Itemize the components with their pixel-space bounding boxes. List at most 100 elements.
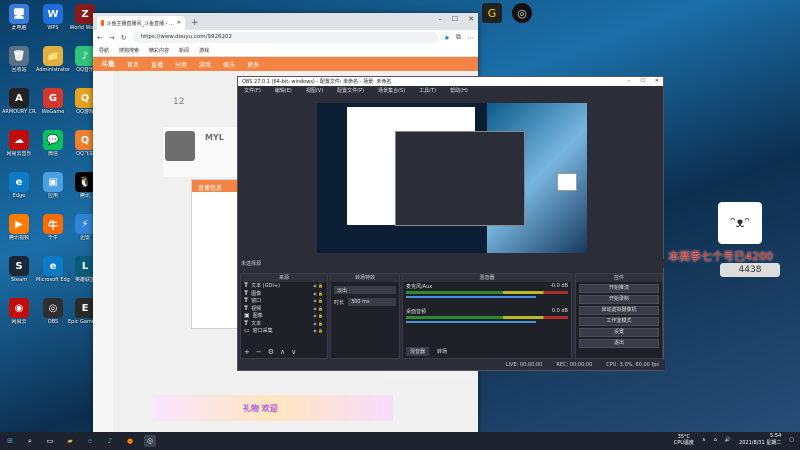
nav-item[interactable]: 娱乐 (223, 60, 235, 69)
desktop-icon[interactable]: 🗑 回收站 (2, 44, 36, 84)
obs-desktop-icon[interactable]: ◎ (512, 3, 532, 23)
new-tab-icon[interactable]: + (191, 18, 199, 28)
tab-close-icon[interactable]: ✕ (177, 20, 181, 26)
source-item[interactable]: T 视频 ◉ 🔒 (241, 305, 327, 313)
menu-item[interactable]: 编辑(E) (275, 87, 292, 94)
clock[interactable]: 5:54 2021/8/31 星期二 (739, 433, 781, 447)
menu-item[interactable]: 文件(F) (244, 87, 261, 94)
desktop-icon[interactable]: 📁 Administrator (36, 44, 70, 84)
site-logo[interactable]: 斗鱼 (101, 59, 115, 69)
source-item[interactable]: T 图像 ◉ 🔒 (241, 290, 327, 298)
duration-input[interactable]: 300 ms (348, 298, 396, 306)
add-icon[interactable]: + (244, 348, 250, 356)
volume-slider[interactable] (406, 321, 536, 323)
eye-icon[interactable]: ◉ 🔒 (313, 321, 323, 326)
maximize-icon[interactable]: ☐ (640, 78, 644, 85)
source-label: 窗口 (251, 298, 262, 305)
exit-button[interactable]: 退出 (579, 339, 659, 348)
eye-icon[interactable]: ◉ 🔒 (313, 283, 323, 288)
bookmark-item[interactable]: 新闻 (179, 47, 189, 54)
nav-item[interactable]: 游戏 (199, 60, 211, 69)
desktop-icon[interactable]: ▶ 腾讯视频 (2, 212, 36, 252)
menu-item[interactable]: 场景集合(S) (378, 87, 405, 94)
desktop-icon[interactable]: S Steam (2, 254, 36, 294)
desktop-icon[interactable]: ◎ OBS (36, 296, 70, 336)
reload-icon[interactable]: ↻ (121, 34, 127, 42)
desktop-icon[interactable]: AARMOURY CRATE (2, 86, 36, 126)
desktop-icon[interactable]: ▣ 应用 (36, 170, 70, 210)
nav-item[interactable]: 直播 (151, 60, 163, 69)
back-icon[interactable]: ← (97, 34, 103, 42)
nav-item[interactable]: 分类 (175, 60, 187, 69)
desktop-icon[interactable]: 💬 微信 (36, 128, 70, 168)
music-icon[interactable]: ♪ (104, 435, 116, 447)
bookmark-item[interactable]: 游戏 (199, 47, 209, 54)
bookmark-item[interactable]: 精彩内容 (149, 47, 169, 54)
collections-icon[interactable]: ⧉ (456, 33, 461, 42)
nav-item[interactable]: 首页 (127, 60, 139, 69)
close-icon[interactable]: ✕ (655, 78, 659, 85)
desktop-icon[interactable]: G WeGame (36, 86, 70, 126)
game-app-icon[interactable]: G (482, 3, 502, 23)
source-label: 视频 (251, 305, 262, 312)
url-input[interactable]: https://www.douyu.com/9926202 (132, 32, 438, 43)
start-recording-button[interactable]: 开始录制 (579, 295, 659, 304)
desktop-icon[interactable]: W WPS (36, 2, 70, 42)
bookmark-item[interactable]: 导航 (99, 47, 109, 54)
source-item[interactable]: ▣ 图像 ◉ 🔒 (241, 312, 327, 320)
minimize-icon[interactable]: – (438, 15, 442, 23)
chevron-up-icon[interactable]: ∧ (702, 437, 706, 443)
source-item[interactable]: ▭ 窗口采集 ◉ 🔒 (241, 327, 327, 335)
start-icon[interactable]: ⊞ (4, 435, 16, 447)
minimize-icon[interactable]: – (628, 78, 631, 85)
transition-select[interactable]: 淡出 (334, 286, 396, 294)
gear-icon[interactable]: ⚙ (268, 348, 274, 356)
search-icon[interactable]: ⌕ (24, 435, 36, 447)
down-icon[interactable]: ∨ (291, 348, 296, 356)
close-icon[interactable]: ✕ (468, 15, 474, 23)
browser-tab[interactable]: 斗鱼主播直播间_斗鱼直播 - ... ✕ (97, 16, 185, 30)
settings-button[interactable]: 设置 (579, 328, 659, 337)
star-icon[interactable]: ★ (444, 34, 450, 42)
desktop-icon[interactable]: e Edge (2, 170, 36, 210)
remove-icon[interactable]: − (256, 348, 262, 356)
bookmark-item[interactable]: 搜狗搜索 (119, 47, 139, 54)
nav-item[interactable]: 更多 (247, 60, 259, 69)
douyu-icon[interactable]: ● (124, 435, 136, 447)
desktop-icon[interactable]: 🖥 此电脑 (2, 2, 36, 42)
network-icon[interactable]: ⌂ (714, 437, 717, 443)
forward-icon[interactable]: → (109, 34, 115, 42)
volume-icon[interactable]: 🔊 (725, 437, 731, 443)
eye-icon[interactable]: ◉ 🔒 (313, 306, 323, 311)
studio-mode-button[interactable]: 工作室模式 (579, 317, 659, 326)
eye-icon[interactable]: ◉ 🔒 (313, 328, 323, 333)
obs-taskbar-icon[interactable]: ◎ (144, 435, 156, 447)
desktop-icon[interactable]: e Microsoft Edge (36, 254, 70, 294)
up-icon[interactable]: ∧ (280, 348, 285, 356)
menu-item[interactable]: 视图(V) (306, 87, 323, 94)
menu-item[interactable]: 配置文件(P) (337, 87, 364, 94)
menu-icon[interactable]: ⋯ (467, 34, 474, 42)
menu-item[interactable]: 工具(T) (419, 87, 436, 94)
start-streaming-button[interactable]: 开始推流 (579, 284, 659, 293)
maximize-icon[interactable]: ☐ (452, 15, 458, 23)
eye-icon[interactable]: ◉ 🔒 (313, 313, 323, 318)
notification-icon[interactable]: ▢ (789, 437, 794, 443)
source-item[interactable]: T 文本 (GDI+) ◉ 🔒 (241, 282, 327, 290)
virtual-camera-button[interactable]: 启动虚拟摄像机 (579, 306, 659, 315)
tab-transition[interactable]: 转场 (433, 347, 451, 356)
eye-icon[interactable]: ◉ 🔒 (313, 298, 323, 303)
desktop-icon[interactable]: 牛千牛 (36, 212, 70, 252)
edge-icon[interactable]: e (84, 435, 96, 447)
desktop-icon[interactable]: ☁ 网易云音乐 (2, 128, 36, 168)
obs-preview[interactable] (317, 103, 587, 253)
explorer-icon[interactable]: ▰ (64, 435, 76, 447)
source-item[interactable]: T 窗口 ◉ 🔒 (241, 297, 327, 305)
eye-icon[interactable]: ◉ 🔒 (313, 291, 323, 296)
source-item[interactable]: T 文本 ◉ 🔒 (241, 320, 327, 328)
menu-item[interactable]: 帮助(H) (450, 87, 468, 94)
task-view-icon[interactable]: ▭ (44, 435, 56, 447)
desktop-icon[interactable]: ◉ 网易云 (2, 296, 36, 336)
tab-mixer[interactable]: 混音器 (406, 347, 430, 356)
gift-banner[interactable]: 礼物 欢迎 (153, 395, 393, 421)
